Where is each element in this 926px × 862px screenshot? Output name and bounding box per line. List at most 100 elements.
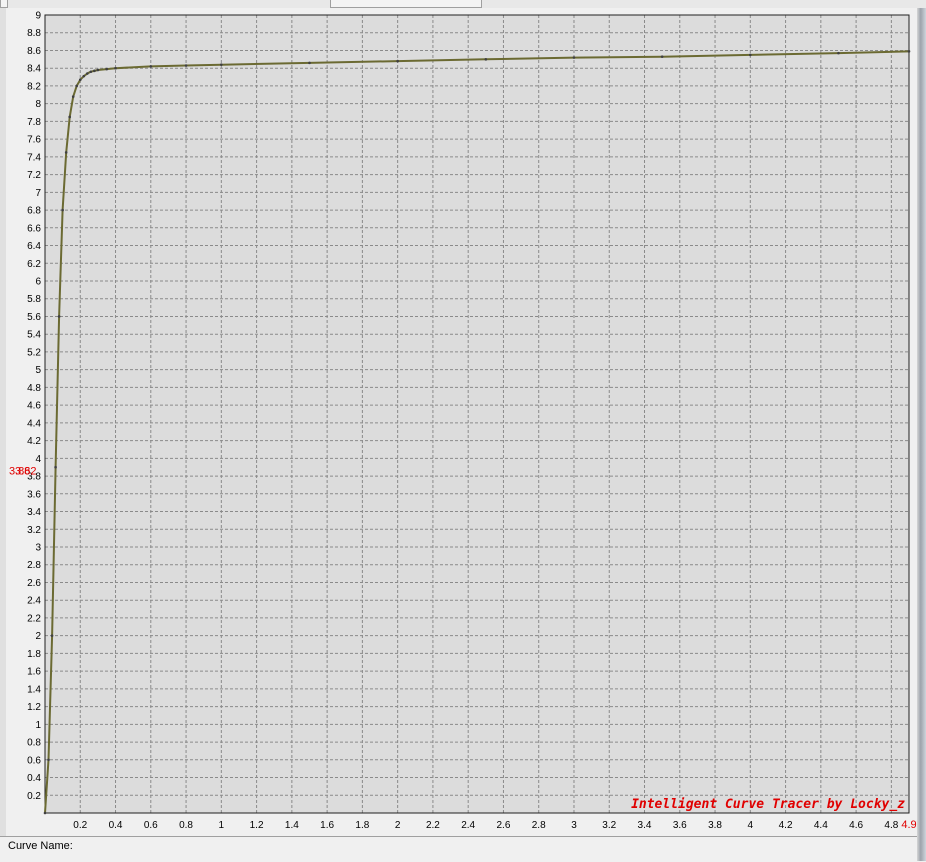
curve-point <box>82 74 86 78</box>
y-tick-label: 7.6 <box>27 135 41 146</box>
x-tick-label: 4.2 <box>779 820 793 831</box>
y-tick-label: 4 <box>35 454 41 465</box>
curve-point <box>50 634 54 637</box>
curve-point <box>749 53 752 57</box>
curve-point <box>105 67 109 71</box>
curve-point <box>86 72 89 75</box>
y-tick-label: 7 <box>35 188 41 199</box>
y-tick-label: 3 <box>35 543 41 554</box>
x-tick-label: 1.2 <box>250 820 264 831</box>
y-tick-label: 7.2 <box>27 170 41 181</box>
y-tick-label: 6 <box>35 277 41 288</box>
y-tick-label: 2.8 <box>27 560 41 571</box>
plot-panel[interactable]: 0.2 0.4 0.6 0.8 1 1.2 1.4 1.6 1.8 2 2.2 2.4 2.6 2.8 3 3… <box>6 8 917 836</box>
y-tick-label: 5.4 <box>27 330 41 341</box>
curve-point <box>220 63 223 66</box>
curve-point <box>660 55 664 58</box>
x-tick-label: 4.8 <box>884 820 898 831</box>
x-tick-label: 4.6 <box>849 820 863 831</box>
x-tick-label: 0.4 <box>109 820 123 831</box>
y-tick-label: 8.2 <box>27 81 41 92</box>
curve-point <box>114 66 117 70</box>
y-tick-label: 1.4 <box>27 684 41 695</box>
y-tick-label: 0.6 <box>27 755 41 766</box>
y-tick-label: 1.6 <box>27 667 41 678</box>
curve-point <box>484 58 488 61</box>
x-tick-label: 3.6 <box>673 820 687 831</box>
x-tick-label: 2.4 <box>461 820 475 831</box>
x-tick-label: 2.2 <box>426 820 440 831</box>
cursor-y-readout-overlap: 3.8 <box>15 466 30 478</box>
x-tick-label: 0.2 <box>73 820 87 831</box>
curve-name-field[interactable] <box>78 839 914 856</box>
curve-point <box>149 65 153 68</box>
y-tick-label: 2.4 <box>27 596 41 607</box>
plot-area[interactable] <box>45 15 909 813</box>
curve-point <box>89 70 93 74</box>
y-tick-label: 5.6 <box>27 312 41 323</box>
y-tick-label: 5.8 <box>27 294 41 305</box>
app-window: 0.2 0.4 0.6 0.8 1 1.2 1.4 1.6 1.8 2 2.2 2.4 2.6 2.8 3 3… <box>0 0 926 862</box>
x-tick-label: 3.2 <box>602 820 616 831</box>
curve-name-label: Curve Name: <box>8 840 73 852</box>
y-axis-ticks: 0.2 0.4 0.6 0.8 1 1.2 1.4 1.6 1.8 2 2.2 2.4 2.6 2.8 3 3… <box>27 11 41 802</box>
y-tick-label: 1.8 <box>27 649 41 660</box>
curve-point <box>837 51 840 55</box>
curve-point <box>71 95 75 98</box>
y-tick-label: 4.8 <box>27 383 41 394</box>
window-right-border <box>917 8 926 861</box>
y-tick-label: 6.4 <box>27 241 41 252</box>
curve-point <box>572 56 576 59</box>
y-tick-label: 3.4 <box>27 507 41 518</box>
x-tick-label: 4 <box>748 820 754 831</box>
y-tick-label: 9 <box>35 11 41 22</box>
chart[interactable]: 0.2 0.4 0.6 0.8 1 1.2 1.4 1.6 1.8 2 2.2 2.4 2.6 2.8 3 3… <box>6 8 917 836</box>
curve-point <box>93 69 96 73</box>
curve-point <box>43 811 47 815</box>
curve-point <box>308 61 311 65</box>
x-tick-label: 0.6 <box>144 820 158 831</box>
x-tick-label: 3.8 <box>708 820 722 831</box>
y-tick-label: 7.8 <box>27 117 41 128</box>
curve-point <box>64 151 68 154</box>
curve-point <box>57 315 61 318</box>
watermark-text: Intelligent Curve Tracer by Locky_z <box>631 797 905 812</box>
y-tick-label: 1.2 <box>27 702 41 713</box>
curve-point <box>184 64 188 67</box>
y-tick-label: 4.6 <box>27 401 41 412</box>
curve-point <box>61 208 64 212</box>
x-tick-label: 1 <box>219 820 225 831</box>
y-tick-label: 3.2 <box>27 525 41 536</box>
curve-point <box>907 50 911 53</box>
y-tick-label: 8 <box>35 99 41 110</box>
y-tick-label: 2 <box>35 631 41 642</box>
y-tick-label: 0.8 <box>27 738 41 749</box>
y-tick-label: 2.2 <box>27 613 41 624</box>
cursor-x-readout: 4.9 <box>901 819 916 831</box>
curve-point <box>68 115 71 119</box>
top-tab-middle[interactable] <box>330 0 482 8</box>
x-tick-label: 2.6 <box>496 820 510 831</box>
curve-point <box>75 84 79 88</box>
curve-point <box>96 68 100 72</box>
y-tick-label: 5.2 <box>27 347 41 358</box>
y-tick-label: 0.4 <box>27 773 41 784</box>
x-tick-label: 2.8 <box>532 820 546 831</box>
status-bar: Curve Name: <box>0 836 917 862</box>
curve-point <box>47 758 50 762</box>
x-tick-label: 3.4 <box>638 820 652 831</box>
y-tick-label: 8.6 <box>27 46 41 57</box>
x-tick-label: 1.8 <box>355 820 369 831</box>
y-tick-label: 5 <box>35 365 41 376</box>
y-tick-label: 2.6 <box>27 578 41 589</box>
y-tick-label: 0.2 <box>27 791 41 802</box>
x-tick-label: 4.4 <box>814 820 828 831</box>
x-axis-ticks: 0.2 0.4 0.6 0.8 1 1.2 1.4 1.6 1.8 2 2.2 2.4 2.6 2.8 3 3… <box>73 820 898 831</box>
y-tick-label: 4.2 <box>27 436 41 447</box>
y-tick-label: 6.8 <box>27 206 41 217</box>
y-tick-label: 6.6 <box>27 223 41 234</box>
y-tick-label: 7.4 <box>27 152 41 163</box>
y-tick-label: 8.4 <box>27 64 41 75</box>
top-tab-left[interactable] <box>0 0 8 8</box>
y-tick-label: 3.6 <box>27 489 41 500</box>
